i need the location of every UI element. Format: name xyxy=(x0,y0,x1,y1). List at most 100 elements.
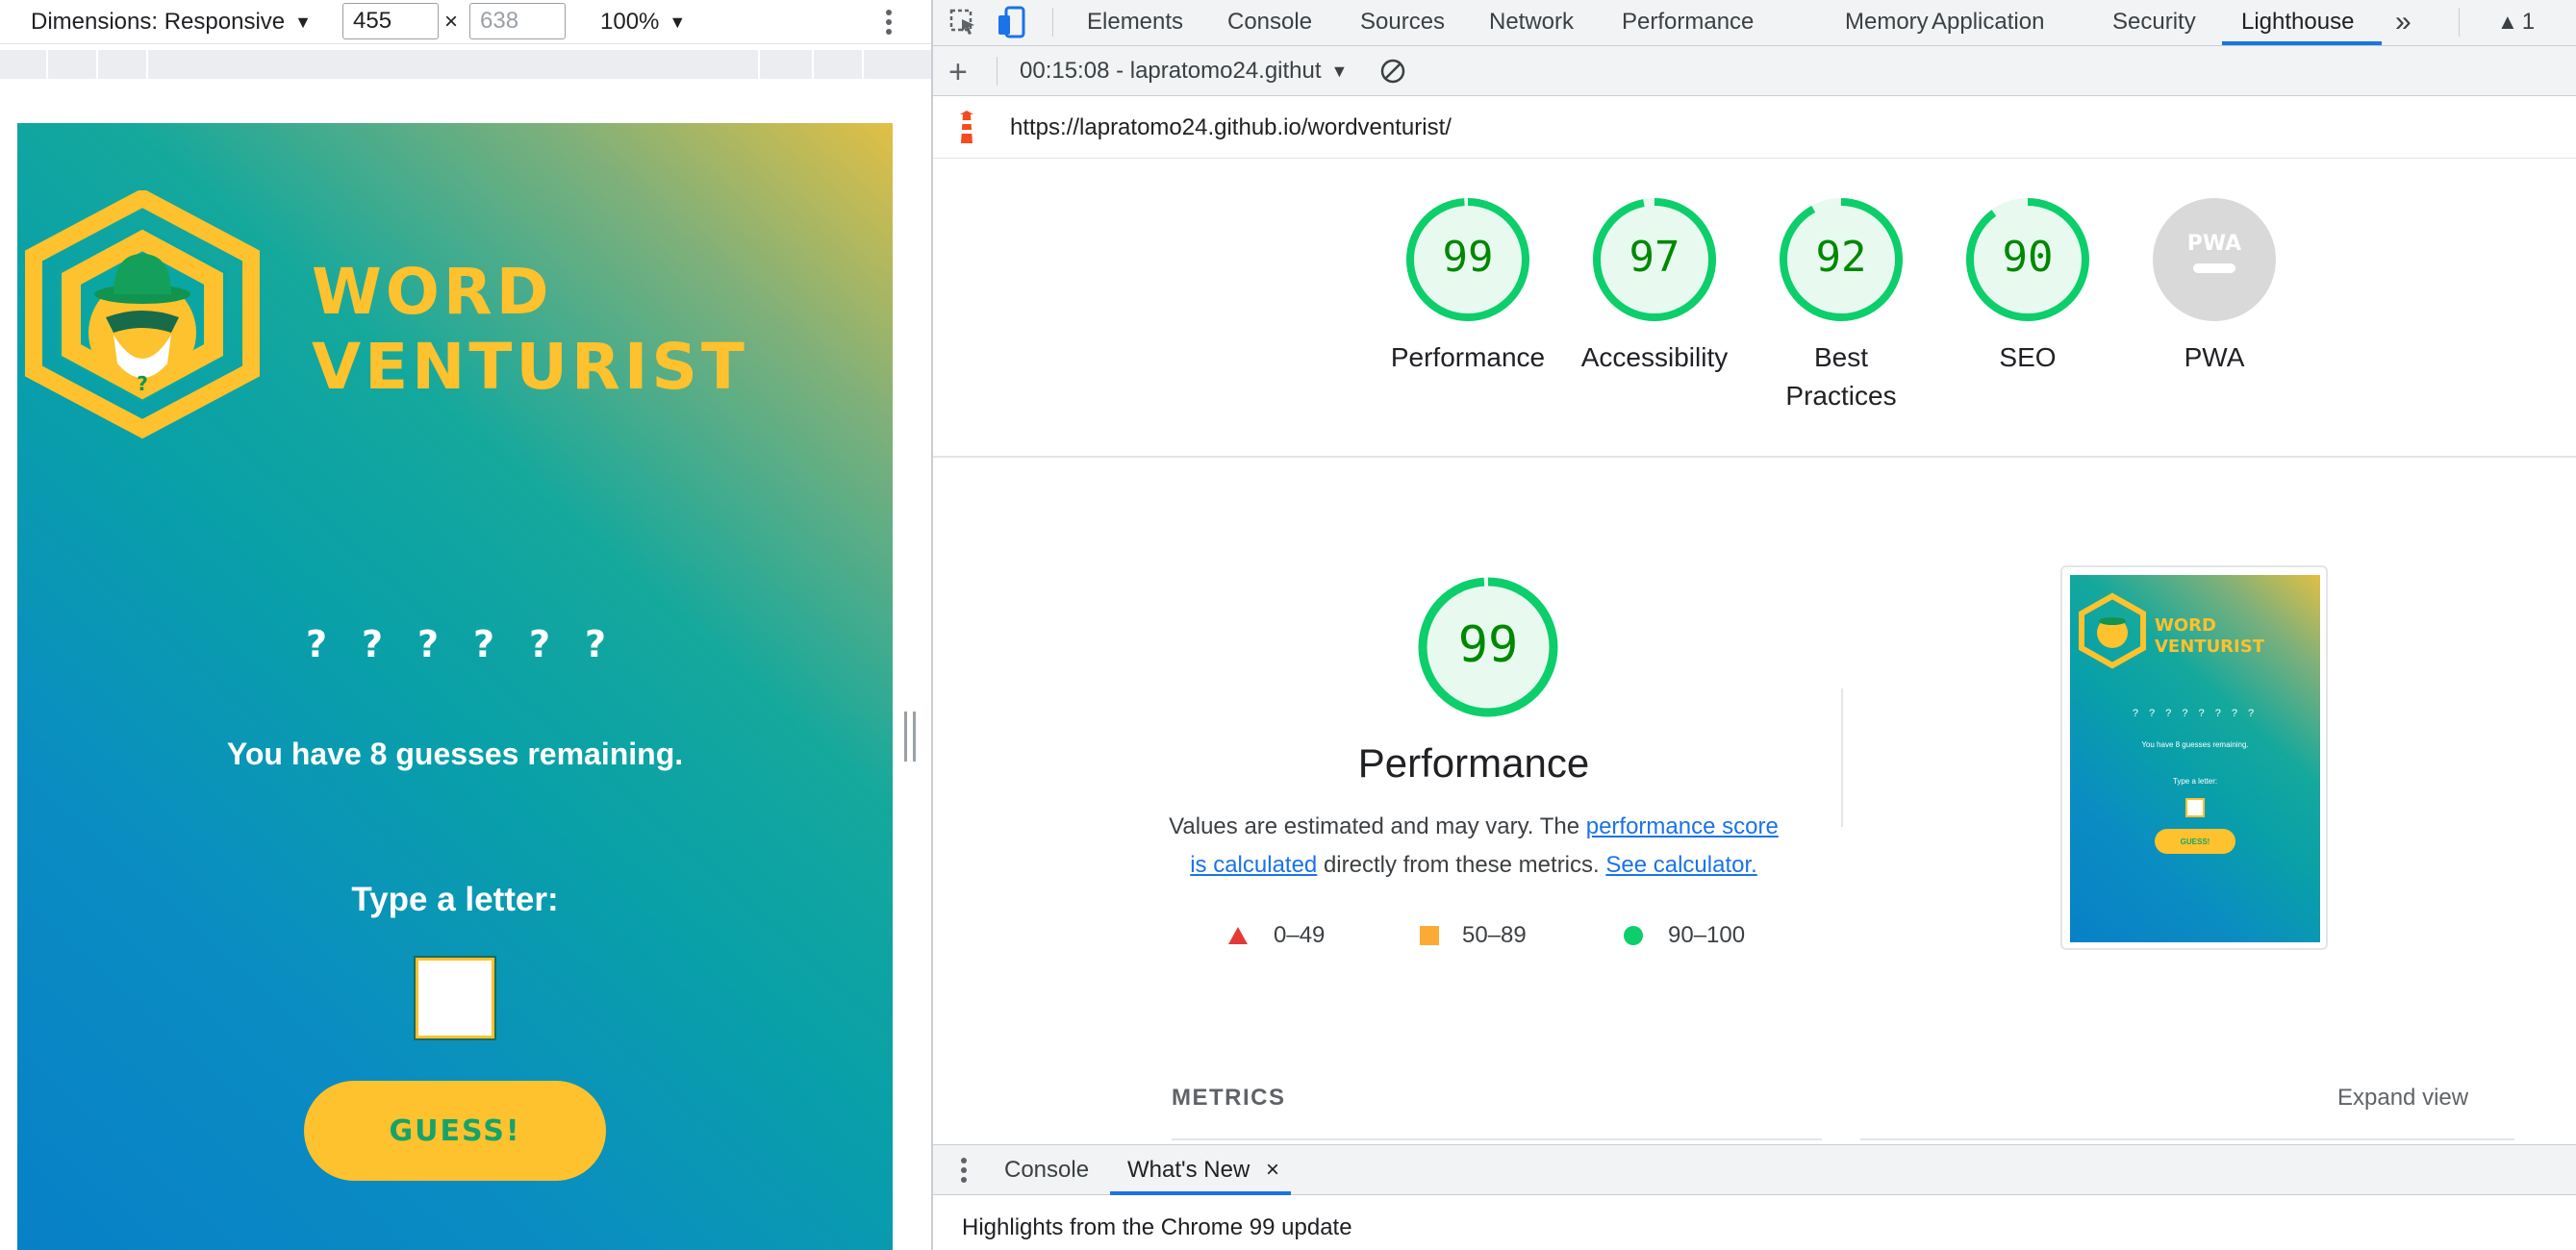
zoom-label: 100% xyxy=(600,9,660,35)
tab-network[interactable]: Network xyxy=(1489,0,1574,44)
dimensions-label: Dimensions: Responsive xyxy=(31,9,286,35)
triangle-icon xyxy=(1228,927,1248,944)
drawer-menu-icon[interactable] xyxy=(960,1145,968,1195)
zoom-dropdown[interactable]: 100% ▼ xyxy=(600,0,686,44)
performance-title: Performance xyxy=(1357,740,1590,786)
gauge-score: 92 xyxy=(1816,233,1867,282)
pwa-badge-text: PWA xyxy=(2187,232,2241,256)
gauge-label: SEO xyxy=(1999,342,2057,372)
thumbnail-viewport: WORD VENTURIST ? ? ? ? ? ? ? ? You have … xyxy=(2070,575,2320,942)
thumbnail-type-label: Type a letter: xyxy=(2172,777,2218,786)
final-screenshot-thumbnail[interactable]: WORD VENTURIST ? ? ? ? ? ? ? ? You have … xyxy=(2060,565,2328,950)
devtools-panel: Elements Console Sources Network Perform… xyxy=(933,0,2576,1250)
drawer-tab-whats-new[interactable]: What's New xyxy=(1127,1145,1250,1195)
description-text: Values are estimated and may vary. The xyxy=(1169,813,1586,839)
word-venturist-logo: ? WORD VENTURIST xyxy=(25,190,748,439)
section-divider xyxy=(933,456,2576,458)
square-icon xyxy=(1420,926,1439,945)
metrics-heading: METRICS xyxy=(1172,1085,1286,1111)
warning-count: 1 xyxy=(2521,9,2536,35)
legend-fail: 0–49 xyxy=(1227,921,1325,950)
lighthouse-logo-icon xyxy=(954,111,979,152)
report-selector-label: 00:15:08 - lapratomo24.githut xyxy=(1020,58,1322,84)
description-text: directly from these metrics. xyxy=(1317,852,1606,878)
metric-divider xyxy=(1860,1138,2514,1140)
tab-lighthouse[interactable]: Lighthouse xyxy=(2241,0,2354,44)
report-url[interactable]: https://lapratomo24.github.io/wordventur… xyxy=(1010,114,1452,141)
thumbnail-title2: VENTURIST xyxy=(2155,637,2265,657)
tab-console[interactable]: Console xyxy=(1227,0,1312,44)
logo-hint-symbol: ? xyxy=(137,372,148,395)
tab-security[interactable]: Security xyxy=(2112,0,2196,44)
vertical-divider xyxy=(1841,688,1843,827)
caret-down-icon: ▼ xyxy=(1330,61,1349,81)
thumbnail-input xyxy=(2185,798,2205,817)
gauge-score: 97 xyxy=(1629,233,1680,282)
thumbnail-guesses: You have 8 guesses remaining. xyxy=(2141,740,2249,749)
legend-pass: 90–100 xyxy=(1624,921,1745,950)
report-url-bar: https://lapratomo24.github.io/wordventur… xyxy=(933,97,2576,159)
resize-handle[interactable] xyxy=(904,712,916,762)
letter-placeholder: ? xyxy=(362,623,384,665)
score-gauge-best-practices[interactable]: 92 xyxy=(1778,196,1905,323)
warnings-badge[interactable]: ▲ 1 xyxy=(2497,0,2535,44)
circle-icon xyxy=(1624,926,1643,945)
thumbnail-logo: WORD VENTURIST xyxy=(2079,592,2265,669)
thumbnail-title1: WORD xyxy=(2155,615,2216,636)
drawer-tab-console[interactable]: Console xyxy=(1004,1145,1089,1195)
logo-title-word1: WORD xyxy=(312,255,553,329)
height-input[interactable]: 638 xyxy=(469,3,566,39)
gauge-label: PWA xyxy=(2184,342,2245,372)
media-query-ruler[interactable] xyxy=(0,50,931,79)
drawer-tabbar: Console What's New × xyxy=(933,1145,2576,1195)
tab-sources[interactable]: Sources xyxy=(1360,0,1445,44)
expand-view-button[interactable]: Expand view xyxy=(2337,1085,2468,1112)
clear-reports-icon[interactable] xyxy=(1379,49,1406,93)
letter-placeholder: ? xyxy=(417,623,440,665)
more-options-icon[interactable] xyxy=(885,0,893,44)
emulated-viewport: ? WORD VENTURIST ? ? ? ? ? ? You have 8 … xyxy=(17,123,893,1250)
score-gauge-pwa[interactable]: PWA xyxy=(2151,196,2278,323)
legend-range: 0–49 xyxy=(1274,922,1326,948)
guess-button[interactable]: GUESS! xyxy=(304,1081,606,1181)
pwa-badge-dash xyxy=(2193,263,2235,273)
guesses-remaining-message: You have 8 guesses remaining. xyxy=(226,737,684,771)
gauge-label: Accessibility xyxy=(1580,342,1729,372)
legend-average: 50–89 xyxy=(1420,921,1527,950)
drawer-active-indicator xyxy=(1110,1191,1291,1195)
device-toggle-icon[interactable] xyxy=(997,0,1025,44)
gauge-label: Performance xyxy=(1390,342,1546,372)
see-calculator-link[interactable]: See calculator. xyxy=(1605,852,1756,878)
gauge-score: 99 xyxy=(1458,616,1519,674)
letter-placeholder: ? xyxy=(529,623,551,665)
dimensions-dropdown[interactable]: Dimensions: Responsive ▼ xyxy=(31,0,312,44)
tab-elements[interactable]: Elements xyxy=(1087,0,1183,44)
score-gauge-accessibility[interactable]: 97 xyxy=(1591,196,1718,323)
thumbnail-placeholders: ? ? ? ? ? ? ? ? xyxy=(2132,708,2259,719)
logo-title-word2: VENTURIST xyxy=(312,330,748,404)
performance-description: Values are estimated and may vary. The p… xyxy=(1166,808,1781,885)
width-input[interactable]: 455 xyxy=(342,3,439,39)
metric-divider xyxy=(1172,1138,1822,1140)
tab-performance[interactable]: Performance xyxy=(1622,0,1754,44)
letter-placeholder: ? xyxy=(585,623,607,665)
letter-placeholder: ? xyxy=(306,623,328,665)
whats-new-highlights: Highlights from the Chrome 99 update xyxy=(962,1214,1352,1240)
thumbnail-button: GUESS! xyxy=(2155,829,2235,854)
pwa-badge-circle xyxy=(2153,198,2276,321)
inspect-element-icon[interactable] xyxy=(948,0,977,44)
gauge-label: Best Practices xyxy=(1785,342,1897,411)
device-emulation-pane: Dimensions: Responsive ▼ 455 × 638 100% … xyxy=(0,0,931,1250)
score-gauge-performance[interactable]: 99 xyxy=(1404,196,1531,323)
new-report-icon[interactable]: + xyxy=(948,50,968,94)
report-selector[interactable]: 00:15:08 - lapratomo24.githut ▼ xyxy=(1020,49,1348,93)
more-tabs-icon[interactable]: » xyxy=(2395,0,2412,44)
tab-application[interactable]: Application xyxy=(1932,0,2044,44)
caret-down-icon: ▼ xyxy=(294,12,312,32)
devtools-tabbar: Elements Console Sources Network Perform… xyxy=(933,0,2576,46)
tab-memory[interactable]: Memory xyxy=(1845,0,1929,44)
score-gauge-seo[interactable]: 90 xyxy=(1964,196,2091,323)
close-icon[interactable]: × xyxy=(1266,1145,1279,1195)
letter-input[interactable] xyxy=(414,956,496,1040)
legend-range: 50–89 xyxy=(1462,922,1527,948)
